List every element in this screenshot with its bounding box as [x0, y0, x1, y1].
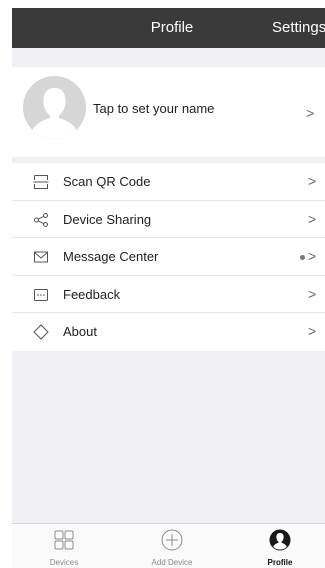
chevron-right-icon: > — [308, 173, 317, 189]
feedback-icon — [34, 288, 48, 301]
tab-add-device[interactable]: Add Device — [134, 524, 210, 568]
tab-profile[interactable]: Profile — [242, 524, 318, 568]
tab-bar: Devices Add Device Profile — [12, 523, 325, 568]
person-icon — [269, 529, 291, 551]
chevron-right-icon: > — [306, 105, 315, 121]
tab-label: Profile — [267, 558, 293, 567]
menu-item-label: Feedback — [63, 286, 121, 302]
chevron-right-icon: > — [308, 323, 317, 340]
chevron-right-icon: > — [308, 248, 317, 265]
menu-list: Scan QR Code > Device Sharing > Message … — [12, 163, 325, 351]
profile-card[interactable]: Tap to set your name > — [12, 67, 325, 157]
nav-bar: Profile Settings — [12, 8, 325, 48]
envelope-icon — [34, 251, 48, 263]
chevron-right-icon: > — [308, 210, 317, 227]
menu-item-label: About — [63, 324, 97, 340]
menu-item-scan-qr[interactable]: Scan QR Code > — [12, 163, 325, 201]
menu-item-device-sharing[interactable]: Device Sharing > — [12, 201, 325, 239]
menu-item-label: Device Sharing — [63, 211, 152, 227]
diamond-icon — [33, 324, 49, 341]
grid-icon — [54, 530, 74, 550]
tab-label: Add Device — [151, 558, 193, 567]
settings-button[interactable]: Settings — [272, 8, 325, 48]
menu-item-label: Scan QR Code — [63, 174, 151, 189]
tab-label: Devices — [49, 558, 79, 567]
tab-devices[interactable]: Devices — [26, 524, 102, 568]
avatar[interactable] — [23, 76, 86, 139]
qr-scan-icon — [33, 175, 49, 189]
set-name-label[interactable]: Tap to set your name — [93, 101, 214, 116]
share-icon — [34, 212, 48, 227]
plus-circle-icon — [161, 529, 183, 551]
person-silhouette-icon — [23, 76, 86, 139]
menu-item-feedback[interactable]: Feedback > — [12, 276, 325, 314]
chevron-right-icon: > — [308, 285, 317, 302]
menu-item-about[interactable]: About > — [12, 313, 325, 351]
menu-item-label: Message Center — [63, 249, 159, 265]
unread-indicator-dot — [300, 255, 305, 261]
app-screen: Profile Settings Tap to set your name > … — [12, 8, 325, 568]
menu-item-message-center[interactable]: Message Center > — [12, 238, 325, 276]
